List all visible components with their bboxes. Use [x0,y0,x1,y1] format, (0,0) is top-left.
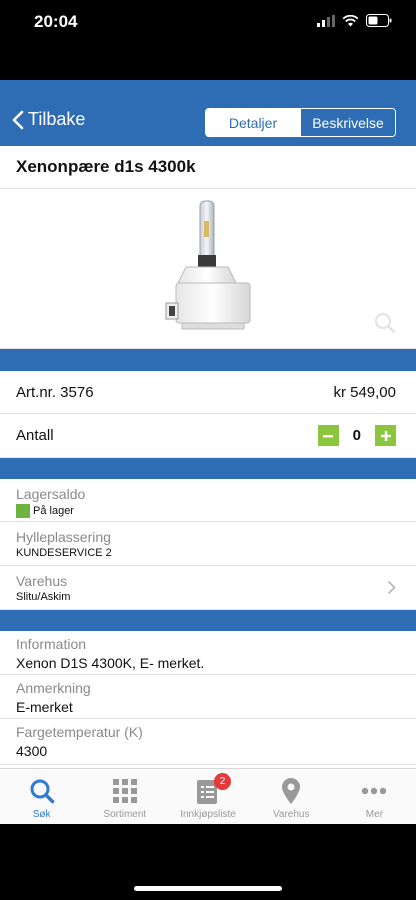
increase-quantity-button[interactable] [375,425,396,446]
battery-icon [366,14,392,27]
hylleplassering-value: KUNDESERVICE 2 [16,547,112,559]
tab-label: Innkjøpsliste [180,809,236,820]
fargetemperatur-label: Fargetemperatur (K) [16,724,143,740]
quantity-label: Antall [16,427,54,444]
anmerkning-label: Anmerkning [16,680,91,696]
anmerkning-value: E-merket [16,699,73,715]
in-stock-indicator [16,504,30,518]
tab-varehus[interactable]: Varehus [250,769,333,824]
section-divider [0,349,416,371]
segmented-control: Detaljer Beskrivelse [205,108,396,137]
back-label: Tilbake [28,109,86,129]
lagersaldo-text: På lager [33,505,74,517]
zoom-icon[interactable] [374,312,396,334]
product-image [165,200,251,330]
anmerkning-field: Anmerkning E-merket [0,675,416,719]
status-icons [317,14,392,27]
section-divider [0,458,416,479]
cart-count-badge: 2 [214,773,231,790]
decrease-quantity-button[interactable] [317,425,339,446]
status-bar: 20:04 [0,0,416,80]
status-time: 20:04 [34,12,78,31]
chevron-left-icon [12,110,24,129]
tab-label: Varehus [272,809,310,820]
varehus-value: Slitu/Askim [16,591,71,603]
varehus-row[interactable]: Varehus Slitu/Askim [0,566,416,610]
quantity-row: Antall 0 [0,414,416,458]
tab-beskrivelse[interactable]: Beskrivelse [300,109,395,136]
location-pin-icon [282,778,301,804]
product-title: Xenonpære d1s 4300k [0,146,416,189]
back-button[interactable]: Tilbake [12,109,85,130]
search-icon [30,779,54,804]
fargetemperatur-field: Fargetemperatur (K) 4300 [0,719,416,765]
product-detail: Xenonpære d1s 4300k Art.nr. 3576 kr 549,… [0,146,416,768]
section-divider [0,610,416,631]
plus-icon [380,430,391,441]
tab-detaljer[interactable]: Detaljer [206,109,300,136]
hylleplassering-label: Hylleplassering [16,529,111,545]
minus-icon [323,434,334,437]
chevron-right-icon [387,580,396,595]
tab-bar: Søk Sortiment 2 Innkjøpsliste Varehus Me… [0,768,416,824]
article-number: Art.nr. 3576 [16,383,94,401]
quantity-value: 0 [352,427,361,444]
article-row: Art.nr. 3576 kr 549,00 [0,371,416,414]
tab-sortiment[interactable]: Sortiment [83,769,166,824]
hylleplassering-field: Hylleplassering KUNDESERVICE 2 [0,522,416,566]
information-field: Information Xenon D1S 4300K, E- merket. [0,631,416,675]
grid-icon [112,779,137,803]
home-area [0,824,416,900]
price: kr 549,00 [333,383,396,401]
wifi-icon [342,14,359,26]
tab-innkjopsliste[interactable]: 2 Innkjøpsliste [166,769,249,824]
navigation-bar: Tilbake Detaljer Beskrivelse [0,80,416,146]
home-indicator[interactable] [134,886,282,891]
varehus-label: Varehus [16,573,68,589]
tab-sok[interactable]: Søk [0,769,83,824]
lagersaldo-label: Lagersaldo [16,486,86,502]
information-value: Xenon D1S 4300K, E- merket. [16,655,205,671]
more-icon [362,787,387,795]
information-label: Information [16,636,87,652]
lagersaldo-field: Lagersaldo På lager [0,479,416,522]
lagersaldo-value: På lager [16,504,396,518]
tab-label: Mer [365,809,384,820]
fargetemperatur-value: 4300 [16,743,48,759]
tab-mer[interactable]: Mer [333,769,416,824]
quantity-stepper: 0 [317,425,396,446]
tab-label: Sortiment [103,809,147,820]
tab-label: Søk [32,809,51,820]
product-image-area[interactable] [0,189,416,349]
signal-icon [317,14,335,27]
